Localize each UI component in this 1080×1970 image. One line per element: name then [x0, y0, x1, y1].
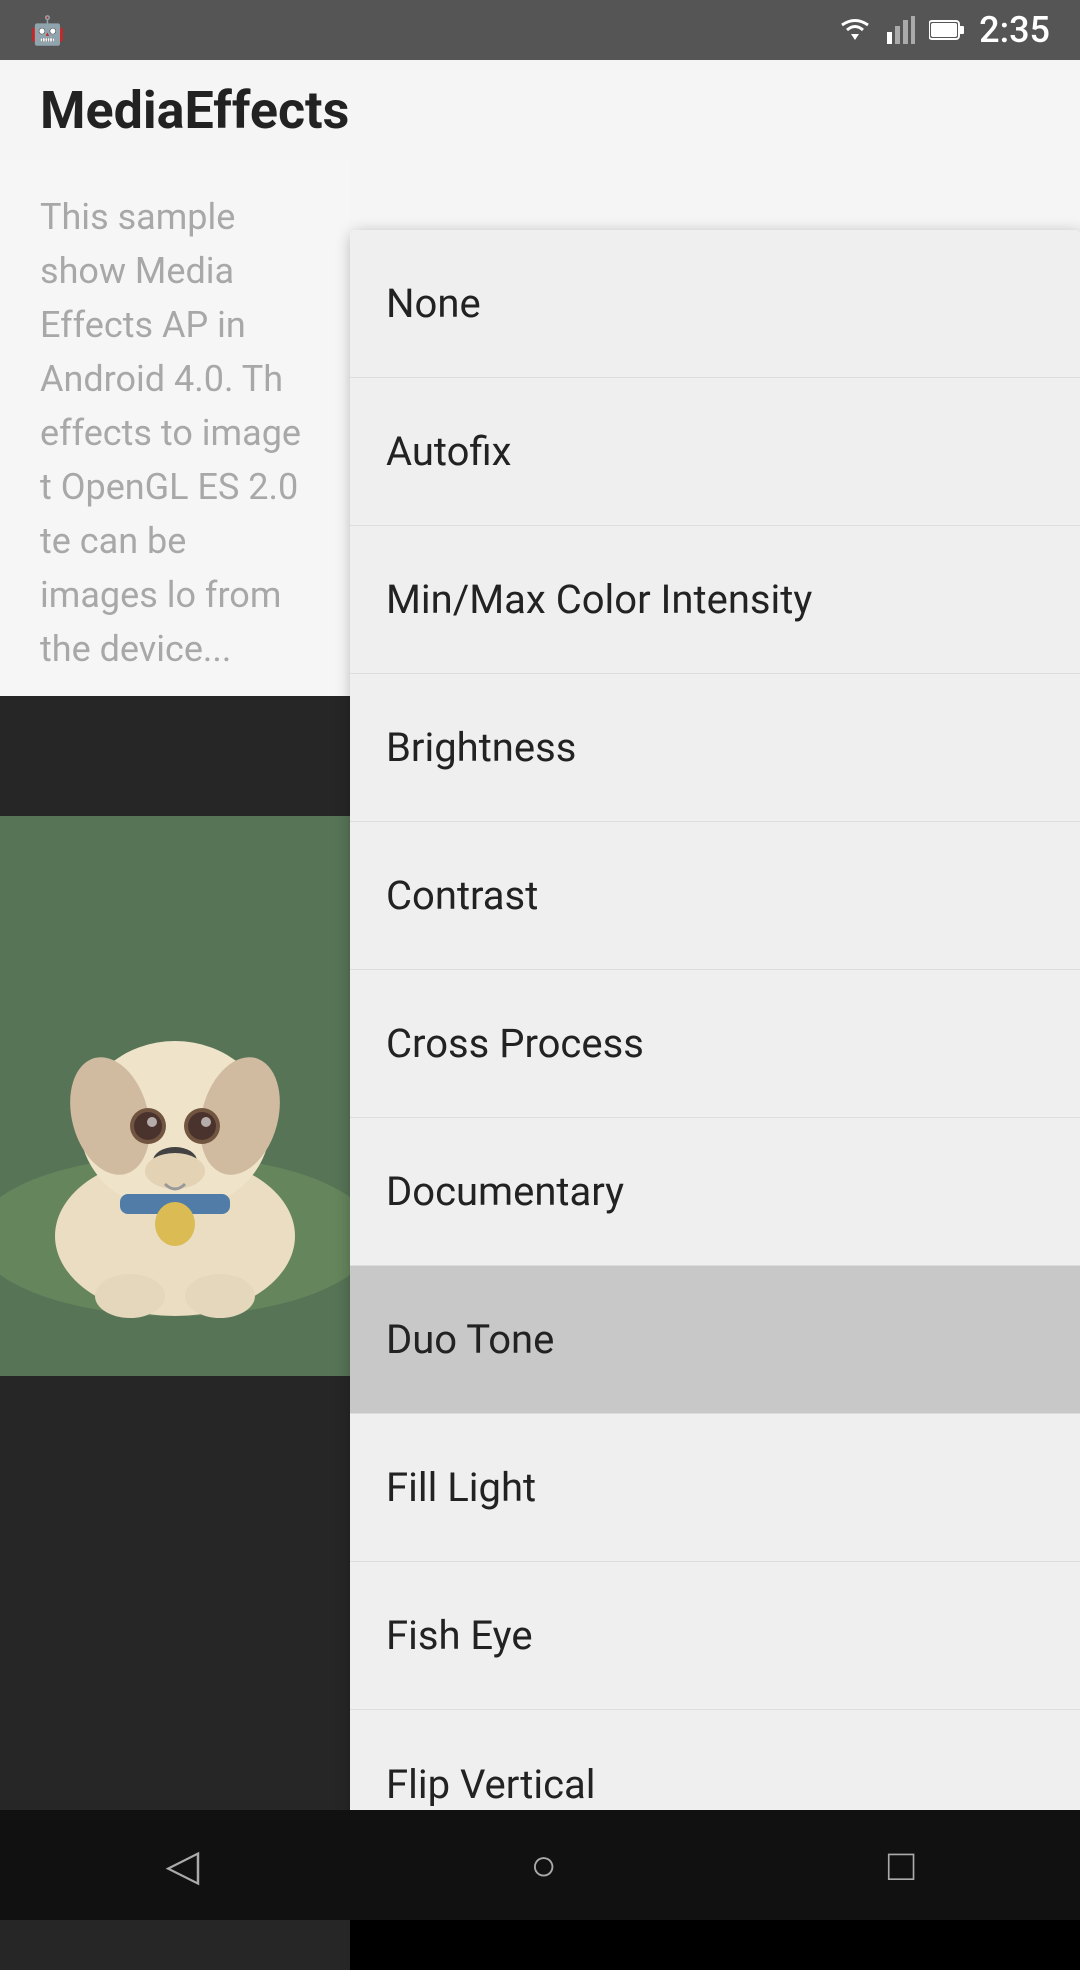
dropdown-item-duo-tone[interactable]: Duo Tone — [350, 1266, 1080, 1414]
battery-icon — [929, 19, 965, 41]
dropdown-backdrop — [0, 160, 350, 1970]
signal-icon — [887, 16, 915, 44]
wifi-icon — [837, 16, 873, 44]
dropdown-item-fish-eye[interactable]: Fish Eye — [350, 1562, 1080, 1710]
status-bar-right: 2:35 — [837, 9, 1050, 51]
dropdown-item-fill-light[interactable]: Fill Light — [350, 1414, 1080, 1562]
main-content: This sample show Media Effects AP in And… — [0, 160, 1080, 1920]
dropdown-item-cross-process[interactable]: Cross Process — [350, 970, 1080, 1118]
dropdown-menu: NoneAutofixMin/Max Color IntensityBright… — [350, 230, 1080, 1858]
dropdown-overlay: NoneAutofixMin/Max Color IntensityBright… — [0, 160, 1080, 1970]
dropdown-item-autofix[interactable]: Autofix — [350, 378, 1080, 526]
app-bar: MediaEffects — [0, 60, 1080, 160]
status-bar-left: 🤖 — [30, 14, 65, 47]
dropdown-item-contrast[interactable]: Contrast — [350, 822, 1080, 970]
notification-icon: 🤖 — [30, 14, 65, 47]
dropdown-item-documentary[interactable]: Documentary — [350, 1118, 1080, 1266]
nav-bar: ◁ ○ □ — [0, 1810, 1080, 1920]
home-button[interactable]: ○ — [530, 1839, 557, 1891]
recents-button[interactable]: □ — [888, 1839, 915, 1891]
dropdown-item-min-max-color[interactable]: Min/Max Color Intensity — [350, 526, 1080, 674]
app-title: MediaEffects — [40, 80, 349, 141]
back-button[interactable]: ◁ — [166, 1839, 200, 1891]
dropdown-item-brightness[interactable]: Brightness — [350, 674, 1080, 822]
status-bar: 🤖 2:35 — [0, 0, 1080, 60]
dropdown-item-none[interactable]: None — [350, 230, 1080, 378]
status-time: 2:35 — [979, 9, 1050, 51]
